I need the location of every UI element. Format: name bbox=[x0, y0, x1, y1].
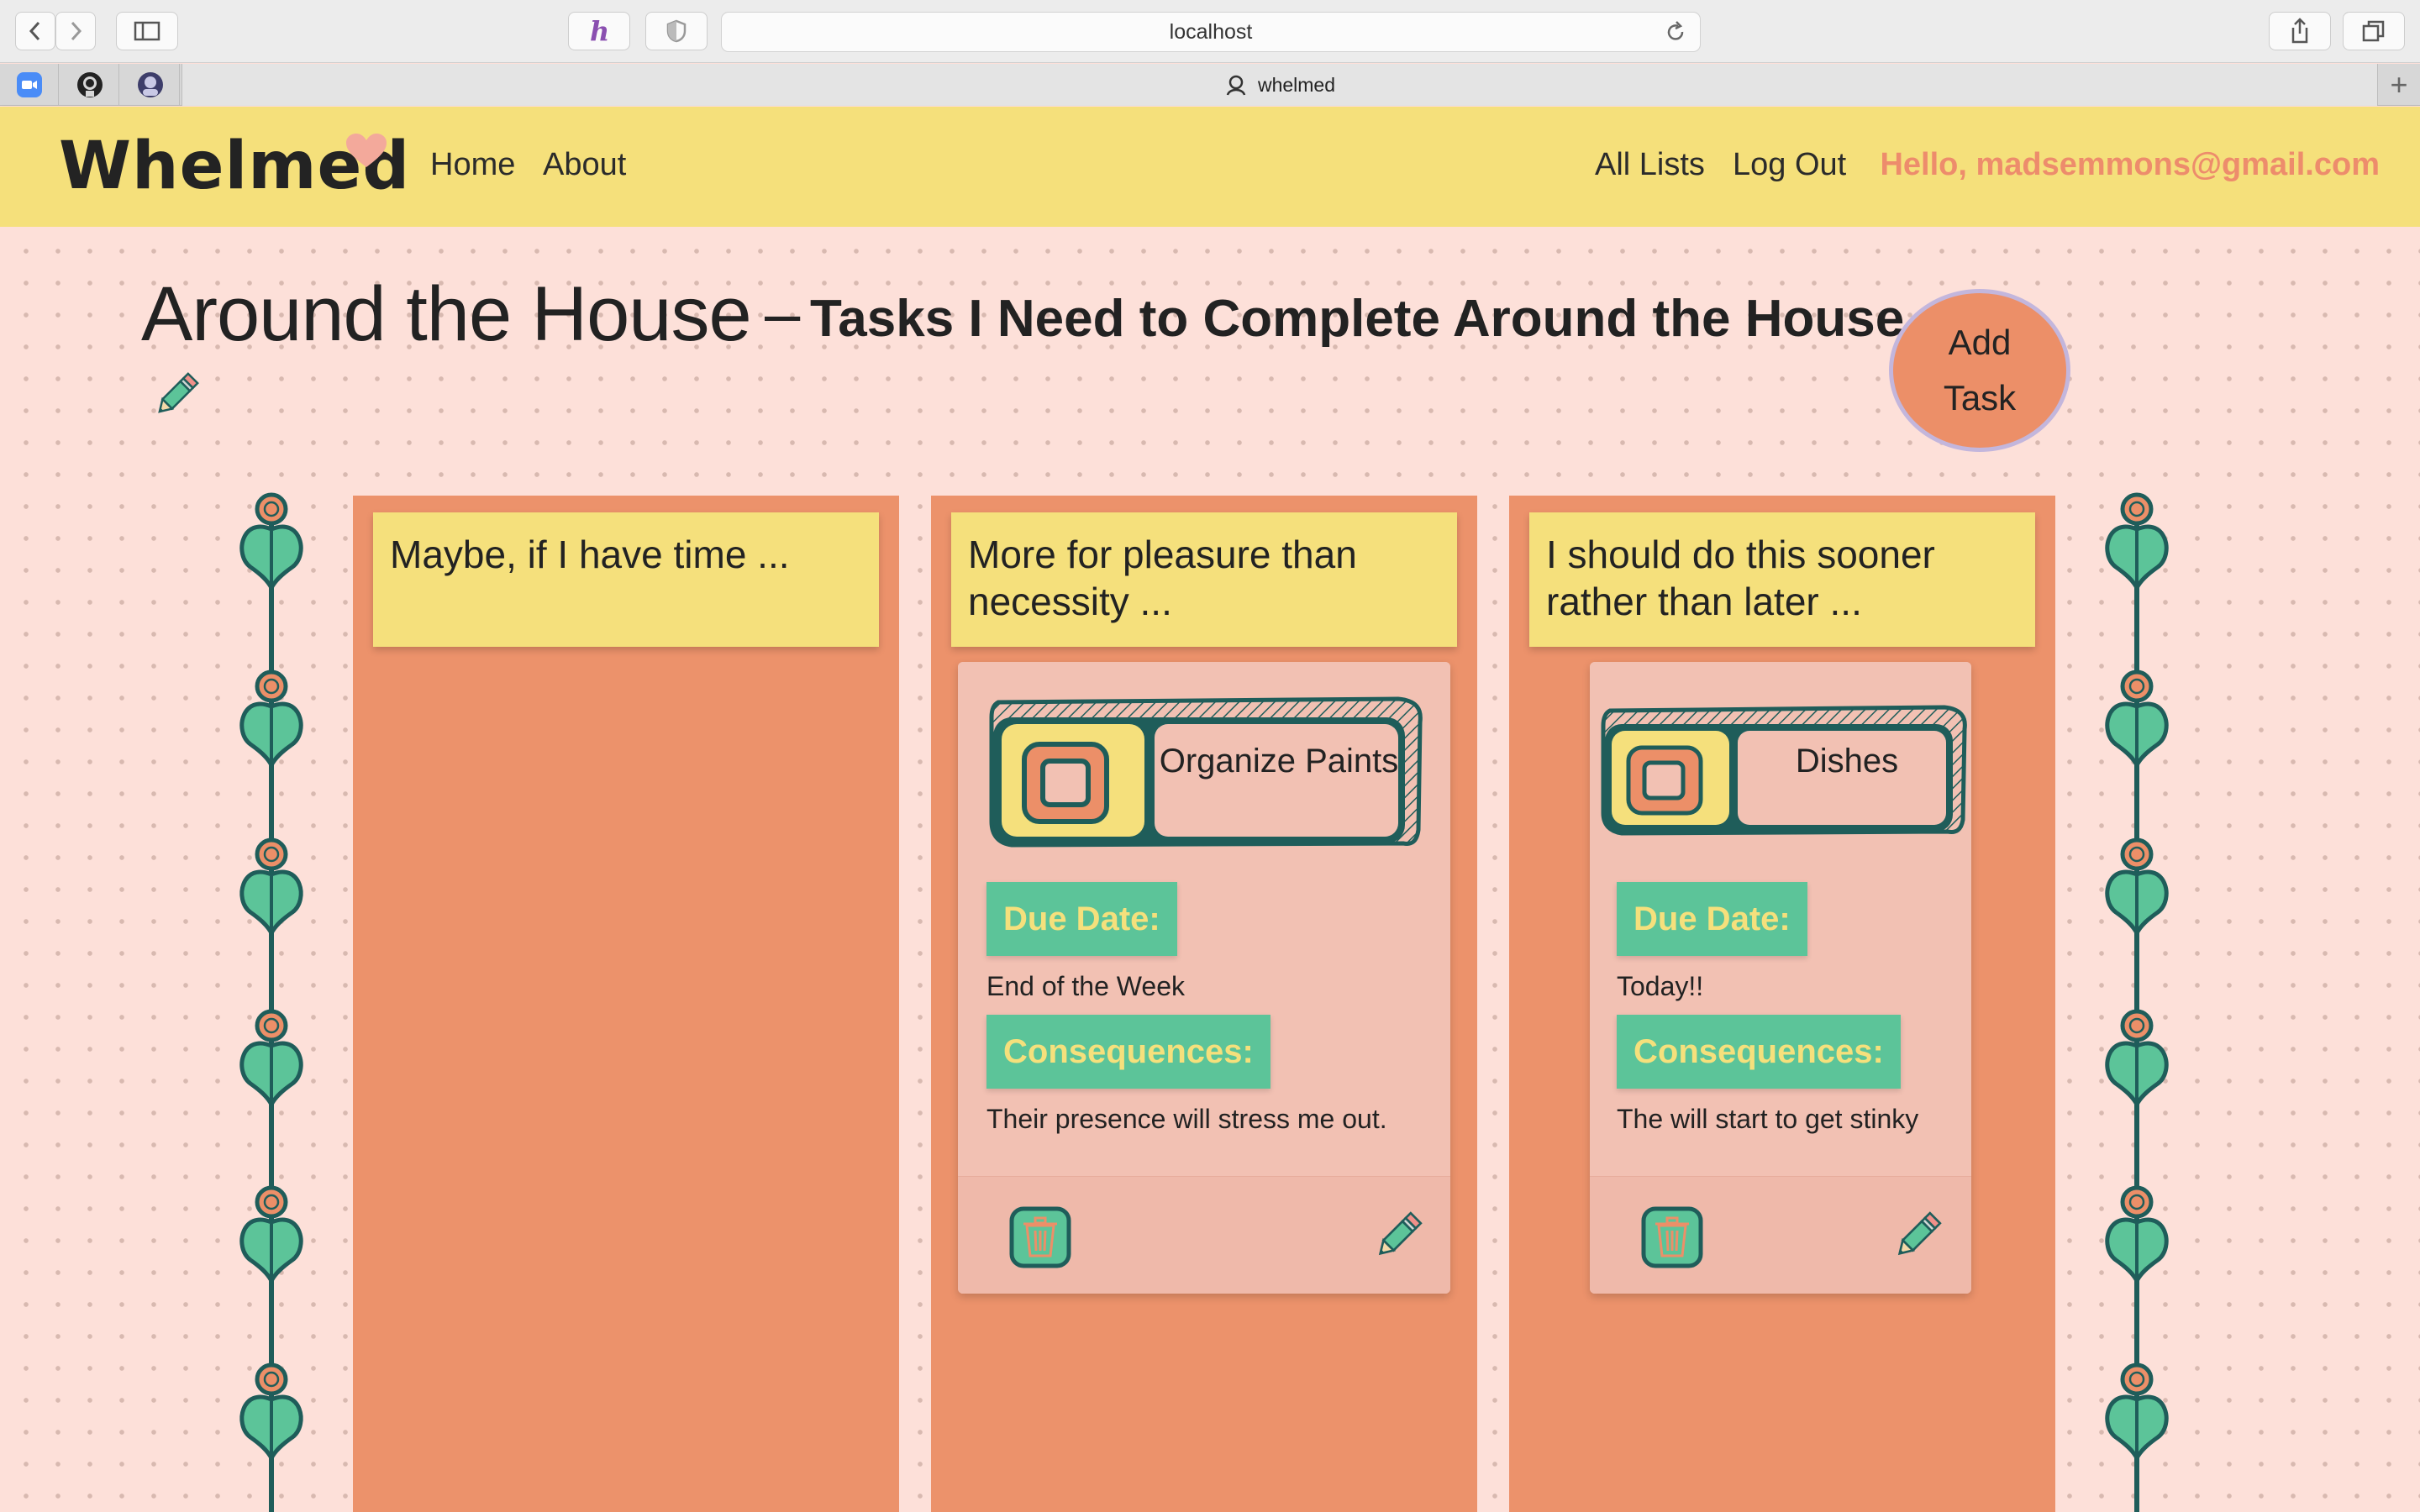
sidebar-icon bbox=[134, 21, 160, 41]
task-name: Dishes bbox=[1795, 743, 1899, 780]
share-icon bbox=[2291, 18, 2308, 44]
column-header: Maybe, if I have time ... bbox=[373, 512, 879, 647]
zoom-icon bbox=[16, 72, 42, 97]
consequences-value: The will start to get stinky bbox=[1617, 1104, 1919, 1134]
extension-h-button[interactable]: h bbox=[568, 12, 630, 50]
consequences-label: Consequences: bbox=[1617, 1015, 1901, 1089]
edit-list-pencil-icon[interactable] bbox=[150, 370, 202, 422]
active-tab[interactable]: whelmed bbox=[182, 64, 2378, 106]
due-date-label: Due Date: bbox=[1617, 882, 1807, 956]
task-card[interactable]: Dishes Due Date: Today!! Consequences: T… bbox=[1590, 662, 1971, 1294]
shield-icon bbox=[666, 19, 687, 43]
task-card[interactable]: Organize Paints Due Date: End of the Wee… bbox=[958, 662, 1450, 1294]
tab-bar: whelmed + bbox=[0, 64, 2420, 106]
address-bar[interactable]: localhost bbox=[721, 12, 1701, 52]
list-title: Around the House bbox=[141, 271, 752, 357]
back-button[interactable] bbox=[15, 12, 55, 50]
avatar-icon bbox=[137, 72, 163, 97]
task-name: Organize Paints bbox=[1159, 743, 1399, 780]
edit-task-pencil-icon[interactable] bbox=[1370, 1209, 1425, 1264]
pinned-tab-zoom[interactable] bbox=[0, 64, 59, 106]
github-icon bbox=[76, 72, 103, 97]
trash-icon[interactable] bbox=[1008, 1205, 1072, 1269]
url-text: localhost bbox=[1169, 19, 1253, 44]
column-maybe: Maybe, if I have time ... bbox=[353, 496, 899, 1512]
column-sooner: I should do this sooner rather than late… bbox=[1509, 496, 2055, 1512]
vine-left-icon bbox=[225, 492, 318, 1512]
add-task-label-line2: Task bbox=[1943, 378, 2017, 417]
reload-icon[interactable] bbox=[1663, 19, 1688, 45]
forward-button[interactable] bbox=[55, 12, 96, 50]
task-card-footer bbox=[958, 1176, 1450, 1294]
nav-all-lists-link[interactable]: All Lists bbox=[1595, 147, 1705, 183]
svg-text:h: h bbox=[590, 18, 609, 45]
app-navbar: Whelmed Home About All Lists Log Out Hel… bbox=[0, 107, 2420, 227]
privacy-shield-button[interactable] bbox=[645, 12, 708, 50]
sidebar-toggle-button[interactable] bbox=[116, 12, 178, 50]
consequences-value: Their presence will stress me out. bbox=[986, 1104, 1387, 1134]
vine-right-icon bbox=[2091, 479, 2183, 1512]
column-pleasure: More for pleasure than necessity ... Org… bbox=[931, 496, 1477, 1512]
new-tab-button[interactable]: + bbox=[2378, 64, 2420, 106]
title-separator: – bbox=[765, 278, 801, 349]
list-subtitle: Tasks I Need to Complete Around the Hous… bbox=[810, 290, 1905, 348]
task-card-footer bbox=[1590, 1176, 1971, 1294]
consequences-label: Consequences: bbox=[986, 1015, 1270, 1089]
due-date-value: Today!! bbox=[1617, 971, 1704, 1001]
nav-home-link[interactable]: Home bbox=[430, 147, 515, 183]
edit-task-pencil-icon[interactable] bbox=[1889, 1209, 1944, 1264]
nav-logout-link[interactable]: Log Out bbox=[1733, 147, 1846, 183]
tabs-icon bbox=[2362, 20, 2385, 42]
show-tabs-button[interactable] bbox=[2343, 12, 2405, 50]
browser-toolbar: h localhost bbox=[0, 0, 2420, 63]
column-header: More for pleasure than necessity ... bbox=[951, 512, 1457, 647]
due-date-value: End of the Week bbox=[986, 971, 1185, 1001]
due-date-label: Due Date: bbox=[986, 882, 1177, 956]
user-greeting: Hello, madsemmons@gmail.com bbox=[1880, 147, 2380, 182]
back-icon bbox=[29, 21, 40, 41]
nav-about-link[interactable]: About bbox=[543, 147, 626, 183]
pinned-tab-profile[interactable] bbox=[121, 64, 180, 106]
tab-title: whelmed bbox=[1257, 73, 1336, 96]
extension-h-icon: h bbox=[590, 18, 609, 45]
favicon-icon bbox=[1226, 75, 1246, 96]
column-header: I should do this sooner rather than late… bbox=[1529, 512, 2035, 647]
heart-icon bbox=[346, 134, 387, 167]
pinned-tab-github[interactable] bbox=[60, 64, 119, 106]
forward-icon bbox=[71, 21, 82, 41]
add-task-button[interactable]: Add Task bbox=[1889, 289, 2070, 452]
share-button[interactable] bbox=[2269, 12, 2331, 50]
add-task-label-line1: Add bbox=[1948, 323, 2012, 362]
trash-icon[interactable] bbox=[1640, 1205, 1704, 1269]
list-page: Around the House – Tasks I Need to Compl… bbox=[0, 227, 2420, 1512]
